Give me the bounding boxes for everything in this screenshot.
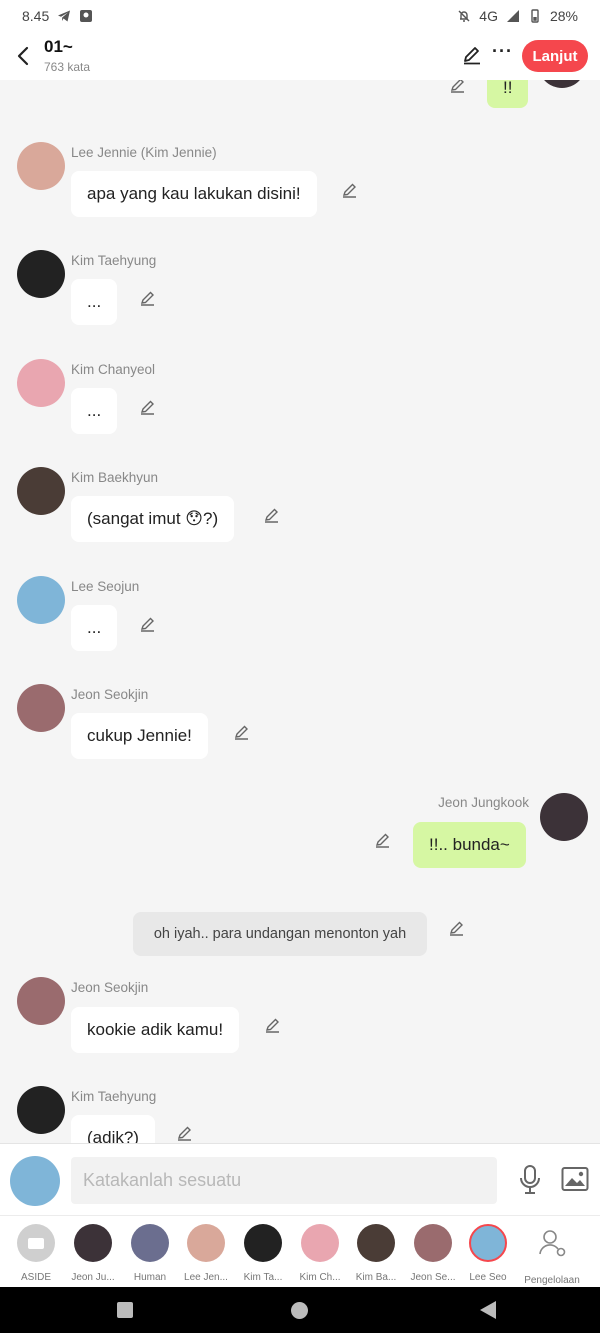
character-label: Kim Ta... [243,1272,283,1283]
character-label: Lee Jen... [184,1272,228,1283]
word-count: 763 kata [44,60,91,74]
avatar[interactable] [17,684,65,732]
character-item-selected[interactable]: Lee Seo [460,1224,516,1283]
character-item[interactable]: Kim Ta... [235,1224,291,1283]
battery-icon [531,9,539,23]
current-speaker-avatar[interactable] [10,1156,60,1206]
battery-level: 28% [549,8,578,24]
avatar[interactable] [17,467,65,515]
sender-name: Kim Taehyung [71,1089,157,1104]
character-label: ASIDE [20,1272,51,1283]
home-icon[interactable] [291,1302,308,1319]
avatar[interactable] [17,1086,65,1134]
character-aside[interactable]: ASIDE [8,1224,64,1283]
edit-message-icon[interactable] [139,615,157,633]
character-label: Pengelolaan [524,1275,580,1286]
sender-name: Kim Baekhyun [71,470,159,485]
edit-message-icon[interactable] [341,181,359,199]
avatar[interactable] [17,576,65,624]
edit-message-icon[interactable] [449,80,467,94]
avatar[interactable] [538,80,586,88]
avatar [357,1224,395,1262]
chat-area[interactable]: !! Lee Jennie (Kim Jennie) apa yang kau … [0,80,600,1143]
avatar [131,1224,169,1262]
mute-icon [458,10,470,22]
gallery-notification-icon [80,10,93,22]
edit-message-icon[interactable] [139,289,157,307]
sender-name: Kim Chanyeol [71,362,156,377]
message-bubble[interactable]: ... [71,279,118,325]
input-bar [0,1143,600,1215]
narration-bubble[interactable]: oh iyah.. para undangan menonton yah [133,912,427,956]
telegram-icon [58,10,71,22]
edit-message-icon[interactable] [233,723,251,741]
avatar [244,1224,282,1262]
aside-icon [17,1224,55,1262]
avatar [187,1224,225,1262]
avatar [469,1224,507,1262]
character-label: Lee Seo [469,1272,507,1283]
edit-pencil-icon[interactable] [461,44,483,66]
message-bubble[interactable]: ... [71,605,118,651]
edit-message-icon[interactable] [264,1016,282,1034]
header: 01~ 763 kata ··· Lanjut [0,32,600,80]
more-options-icon[interactable]: ··· [492,41,513,62]
character-item[interactable]: Jeon Ju... [65,1224,121,1283]
back-icon[interactable] [480,1301,496,1319]
sender-name: Jeon Jungkook [438,795,529,810]
next-button[interactable]: Lanjut [522,40,588,72]
avatar[interactable] [17,359,65,407]
avatar [414,1224,452,1262]
edit-message-icon[interactable] [448,919,466,937]
character-item[interactable]: Human [122,1224,178,1283]
message-bubble[interactable]: apa yang kau lakukan disini! [71,171,317,217]
status-bar: 8.45 4G 28% [0,0,600,32]
image-icon[interactable] [561,1166,589,1192]
avatar [301,1224,339,1262]
edit-message-icon[interactable] [374,831,392,849]
character-selector: ASIDE Jeon Ju... Human Lee Jen... Kim Ta… [0,1215,600,1287]
page-title: 01~ [44,37,73,56]
avatar[interactable] [17,977,65,1025]
edit-message-icon[interactable] [263,506,281,524]
microphone-icon[interactable] [517,1164,543,1196]
message-bubble[interactable]: kookie adik kamu! [71,1007,240,1053]
recent-apps-icon[interactable] [117,1302,133,1318]
back-arrow-icon[interactable] [12,42,36,70]
sender-name: Jeon Seokjin [71,687,149,702]
network-label: 4G [479,8,498,24]
manage-characters-button[interactable]: Pengelolaan [520,1224,584,1286]
character-item[interactable]: Jeon Se... [405,1224,461,1283]
message-bubble[interactable]: !! [487,80,529,108]
character-item[interactable]: Kim Ba... [348,1224,404,1283]
person-settings-icon [539,1230,566,1257]
avatar[interactable] [17,250,65,298]
character-label: Kim Ba... [355,1272,397,1283]
sender-name: Jeon Seokjin [71,980,149,995]
message-bubble[interactable]: (adik?) [71,1115,155,1143]
system-nav-bar [0,1287,600,1333]
sender-name: Kim Taehyung [71,253,157,268]
character-item[interactable]: Lee Jen... [178,1224,234,1283]
message-bubble[interactable]: (sangat imut 😯?) [71,496,235,542]
avatar [74,1224,112,1262]
character-label: Jeon Se... [410,1272,456,1283]
sender-name: Lee Seojun [71,579,140,594]
message-input[interactable] [71,1157,497,1204]
title-block: 01~ 763 kata [44,37,90,74]
sender-name: Lee Jennie (Kim Jennie) [71,145,217,160]
avatar[interactable] [17,142,65,190]
character-label: Jeon Ju... [71,1272,115,1283]
character-label: Human [133,1272,167,1283]
clock: 8.45 [22,8,50,24]
signal-icon [506,10,519,22]
message-bubble[interactable]: ... [71,388,118,434]
edit-message-icon[interactable] [139,398,157,416]
message-bubble[interactable]: cukup Jennie! [71,713,208,759]
character-label: Kim Ch... [299,1272,341,1283]
character-item[interactable]: Kim Ch... [292,1224,348,1283]
avatar[interactable] [540,793,588,841]
message-bubble[interactable]: !!.. bunda~ [413,822,526,868]
edit-message-icon[interactable] [176,1124,194,1142]
